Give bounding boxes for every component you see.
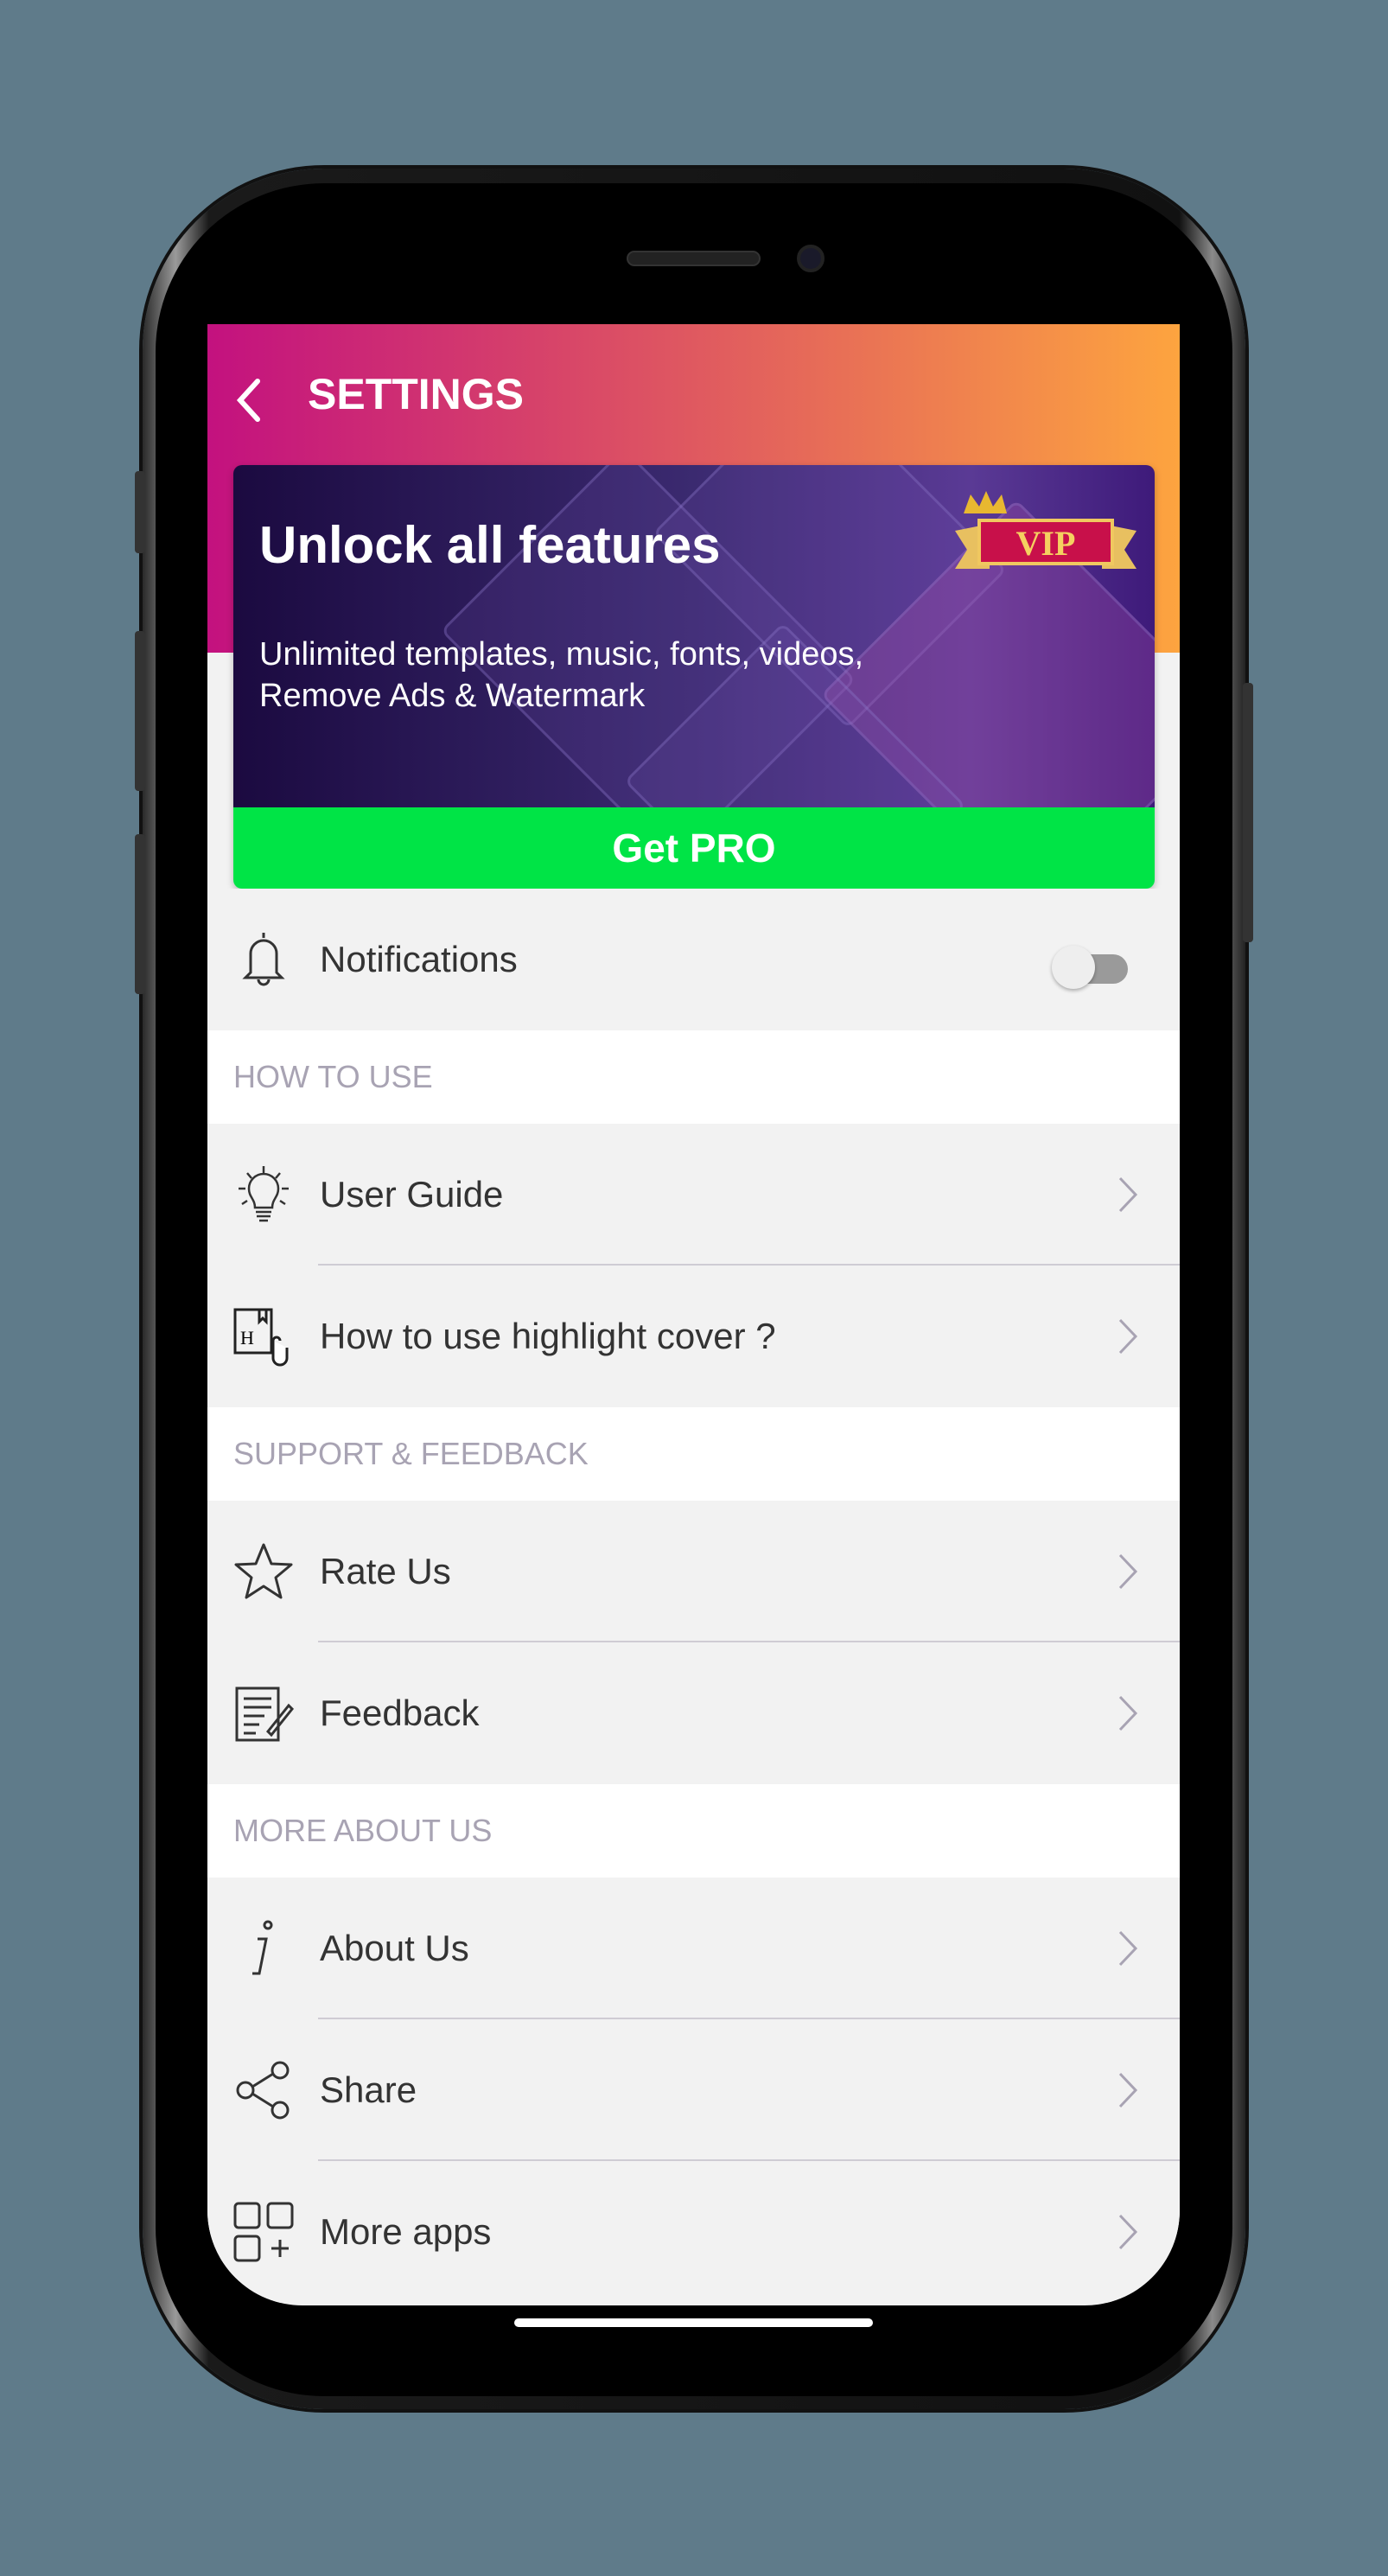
rate-us-row[interactable]: Rate Us [207, 1501, 1180, 1642]
chevron-right-icon [1118, 1930, 1138, 1967]
volume-down-button [135, 834, 145, 994]
front-camera [797, 245, 825, 272]
promo-subtitle-line-1: Unlimited templates, music, fonts, video… [259, 636, 864, 673]
svg-text:H: H [240, 1327, 254, 1349]
star-icon [234, 1543, 293, 1599]
user-guide-label: User Guide [320, 1174, 504, 1215]
section-header-more-about-us: MORE ABOUT US [207, 1784, 1180, 1878]
user-guide-row[interactable]: User Guide [207, 1124, 1180, 1266]
promo-card: Unlock all features Unlimited templates,… [233, 465, 1155, 889]
feedback-label: Feedback [320, 1693, 480, 1733]
section-header-support-feedback: SUPPORT & FEEDBACK [207, 1407, 1180, 1501]
settings-screen: SETTINGS Unlock all features Unlimited t… [207, 324, 1180, 2305]
more-apps-icon [233, 2202, 294, 2262]
home-indicator[interactable] [514, 2318, 873, 2327]
more-apps-label: More apps [320, 2211, 492, 2252]
share-icon [236, 2061, 290, 2120]
svg-text:VIP: VIP [1016, 524, 1076, 563]
section-header-how-to-use: HOW TO USE [207, 1030, 1180, 1124]
share-label: Share [320, 2069, 417, 2110]
power-button [1243, 683, 1253, 942]
rate-us-label: Rate Us [320, 1551, 451, 1591]
notifications-toggle[interactable] [1052, 946, 1128, 989]
chevron-right-icon [1118, 1553, 1138, 1590]
about-us-row[interactable]: About Us [207, 1878, 1180, 2019]
lightbulb-icon [239, 1166, 289, 1222]
bell-icon [242, 933, 285, 986]
highlight-cover-row[interactable]: H How to use highlight cover ? [207, 1266, 1180, 1407]
volume-up-button [135, 631, 145, 791]
feedback-row[interactable]: Feedback [207, 1642, 1180, 1784]
notifications-row: Notifications [207, 889, 1180, 1030]
promo-subtitle: Unlimited templates, music, fonts, video… [259, 634, 1037, 717]
section-title: HOW TO USE [233, 1059, 433, 1094]
mute-switch [135, 471, 145, 553]
about-us-label: About Us [320, 1928, 469, 1968]
highlight-cover-icon: H [233, 1308, 289, 1367]
info-icon [252, 1920, 273, 1975]
chevron-left-icon[interactable] [232, 374, 266, 426]
section-title: MORE ABOUT US [233, 1813, 493, 1848]
notifications-label: Notifications [320, 939, 518, 979]
highlight-cover-label: How to use highlight cover ? [320, 1316, 776, 1356]
get-pro-button[interactable]: Get PRO [233, 807, 1155, 889]
speaker [627, 251, 761, 266]
chevron-right-icon [1118, 1695, 1138, 1731]
section-title: SUPPORT & FEEDBACK [233, 1436, 589, 1471]
more-apps-row[interactable]: More apps [207, 2161, 1180, 2303]
chevron-right-icon [1118, 2214, 1138, 2250]
chevron-right-icon [1118, 2072, 1138, 2108]
vip-crown-icon: VIP [955, 491, 1137, 569]
share-row[interactable]: Share [207, 2019, 1180, 2161]
page-title: SETTINGS [308, 370, 525, 418]
chevron-right-icon [1118, 1318, 1138, 1355]
promo-title: Unlock all features [259, 516, 721, 574]
chevron-right-icon [1118, 1176, 1138, 1213]
feedback-icon [235, 1687, 295, 1742]
promo-subtitle-line-2: Remove Ads & Watermark [259, 678, 646, 714]
